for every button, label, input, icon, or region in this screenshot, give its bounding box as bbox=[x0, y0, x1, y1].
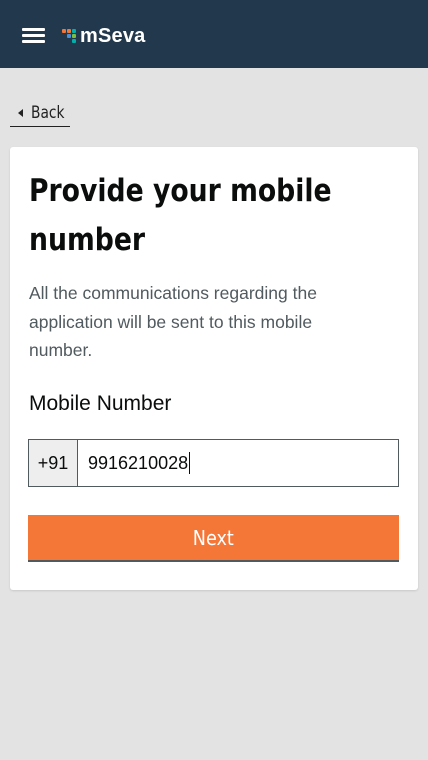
caret-left-icon bbox=[18, 109, 23, 117]
page-title: Provide your mobile number bbox=[29, 173, 332, 258]
mobile-number-input[interactable]: 9916210028 bbox=[78, 440, 398, 486]
mobile-number-card: Provide your mobile number All the commu… bbox=[10, 147, 418, 590]
hamburger-menu-icon[interactable] bbox=[22, 26, 45, 44]
mobile-number-field: +91 9916210028 bbox=[28, 439, 399, 487]
mobile-number-label: Mobile Number bbox=[29, 392, 172, 415]
next-button[interactable]: Next bbox=[28, 515, 399, 562]
next-button-label: Next bbox=[192, 525, 235, 550]
mseva-logo: mSeva bbox=[62, 24, 146, 48]
mobile-number-value: 9916210028 bbox=[88, 452, 189, 473]
top-app-bar: mSeva bbox=[0, 0, 428, 68]
back-label: Back bbox=[31, 103, 65, 123]
text-cursor bbox=[189, 452, 191, 474]
back-link[interactable]: Back bbox=[10, 100, 70, 127]
mseva-logo-mark-icon bbox=[62, 26, 76, 46]
page-description: All the communications regarding the app… bbox=[29, 283, 317, 360]
brand-name: mSeva bbox=[80, 24, 146, 47]
country-code-prefix: +91 bbox=[29, 440, 78, 486]
